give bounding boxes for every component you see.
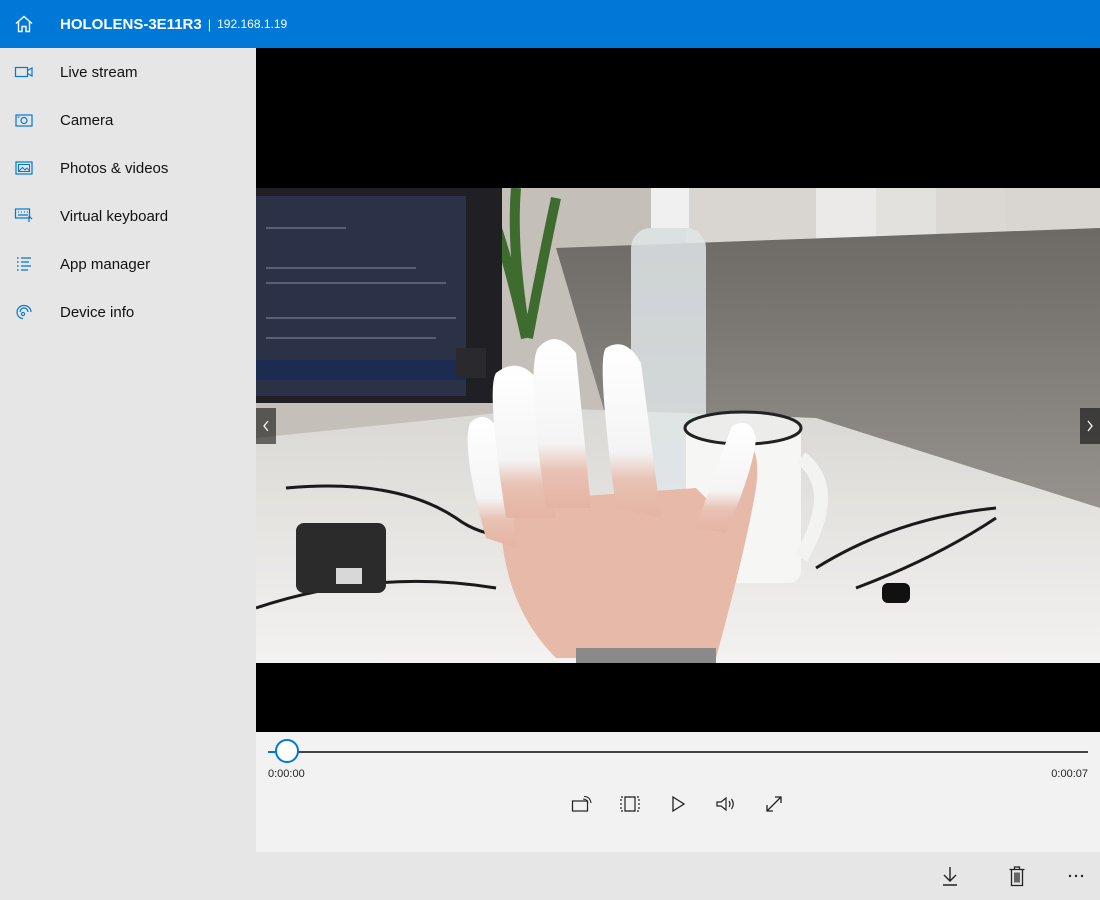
- download-icon: [943, 867, 957, 886]
- sidebar-item-label: Virtual keyboard: [60, 207, 169, 225]
- sidebar-item-app-manager[interactable]: App manager: [0, 240, 256, 288]
- fullscreen-button[interactable]: [758, 788, 790, 820]
- volume-icon: [716, 796, 734, 812]
- chevron-left-icon: [263, 420, 269, 432]
- sidebar-item-camera[interactable]: Camera: [0, 96, 256, 144]
- playback-controls: [256, 788, 1100, 820]
- video-camera-icon: [0, 48, 48, 96]
- more-icon: [1068, 874, 1084, 878]
- previous-button[interactable]: [256, 408, 276, 444]
- sidebar-item-label: Live stream: [60, 63, 138, 81]
- cast-button[interactable]: [566, 788, 598, 820]
- photos-icon: [0, 144, 48, 192]
- camera-icon: [0, 96, 48, 144]
- more-options-button[interactable]: [1060, 860, 1092, 892]
- delete-button[interactable]: [1001, 860, 1033, 892]
- sidebar-item-label: App manager: [60, 255, 151, 273]
- keyboard-icon: [0, 192, 48, 240]
- home-button[interactable]: [0, 0, 48, 48]
- download-button[interactable]: [934, 860, 966, 892]
- list-icon: [0, 240, 48, 288]
- aspect-ratio-button[interactable]: [614, 788, 646, 820]
- next-button[interactable]: [1080, 408, 1100, 444]
- cast-icon: [571, 795, 592, 812]
- chevron-right-icon: [1087, 420, 1093, 432]
- sidebar: Live stream Camera Photos & videos Virtu…: [0, 48, 256, 900]
- sidebar-item-label: Camera: [60, 111, 114, 129]
- video-frame[interactable]: [256, 188, 1100, 663]
- video-viewer: [256, 48, 1100, 732]
- device-ip-address: 192.168.1.19: [217, 17, 288, 31]
- title-bar: HOLOLENS-3E11R3 | 192.168.1.19: [0, 0, 1100, 48]
- sidebar-item-device-info[interactable]: Device info: [0, 288, 256, 336]
- aspect-ratio-icon: [620, 796, 640, 812]
- play-icon: [672, 795, 686, 813]
- fullscreen-icon: [766, 796, 782, 812]
- play-button[interactable]: [662, 788, 694, 820]
- bottom-app-bar: [0, 852, 1100, 900]
- current-time: 0:00:00: [268, 768, 305, 780]
- home-icon: [15, 15, 33, 33]
- sidebar-item-virtual-keyboard[interactable]: Virtual keyboard: [0, 192, 256, 240]
- seek-thumb[interactable]: [274, 739, 299, 763]
- sidebar-item-label: Photos & videos: [60, 159, 169, 177]
- device-name: HOLOLENS-3E11R3: [60, 15, 202, 33]
- main-content: 0:00:00 0:00:07: [256, 48, 1100, 900]
- headset-icon: [0, 288, 48, 336]
- trash-icon: [1009, 866, 1025, 887]
- sidebar-item-label: Device info: [60, 303, 135, 321]
- sidebar-item-live-stream[interactable]: Live stream: [0, 48, 256, 96]
- total-time: 0:00:07: [1051, 768, 1088, 780]
- title-separator: |: [207, 16, 212, 32]
- volume-button[interactable]: [710, 788, 742, 820]
- sidebar-item-photos-videos[interactable]: Photos & videos: [0, 144, 256, 192]
- seek-bar[interactable]: [268, 739, 1088, 763]
